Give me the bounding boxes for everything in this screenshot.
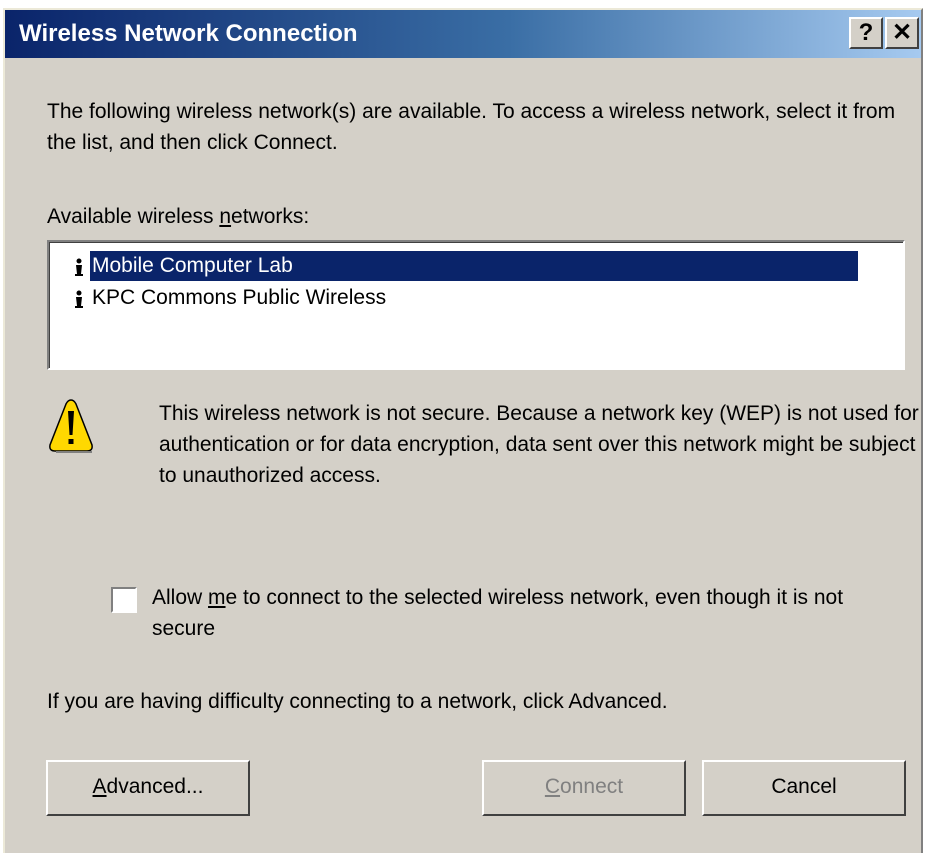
- networks-listbox[interactable]: Mobile Computer Lab KPC Commons Public W…: [47, 240, 905, 370]
- title-bar[interactable]: Wireless Network Connection ? ✕: [5, 10, 921, 58]
- allow-label-after: e to connect to the selected wireless ne…: [152, 586, 844, 640]
- available-networks-label: Available wireless networks:: [47, 205, 309, 229]
- wireless-antenna-icon: [68, 251, 90, 281]
- advanced-label: dvanced...: [106, 775, 204, 798]
- wireless-antenna-icon: [68, 283, 90, 313]
- close-icon: ✕: [891, 19, 913, 46]
- connect-mnemonic: C: [544, 775, 561, 798]
- network-item-kpc-commons[interactable]: KPC Commons Public Wireless: [68, 283, 390, 313]
- available-label-before: Available wireless: [47, 205, 220, 228]
- advanced-mnemonic: A: [92, 775, 107, 798]
- allow-insecure-label[interactable]: Allow me to connect to the selected wire…: [152, 582, 872, 644]
- allow-label-before: Allow: [152, 586, 209, 609]
- connect-label: onnect: [560, 775, 624, 798]
- help-button[interactable]: ?: [849, 17, 883, 49]
- intro-text: The following wireless network(s) are av…: [47, 100, 896, 154]
- network-name: Mobile Computer Lab: [90, 251, 858, 281]
- close-button[interactable]: ✕: [885, 17, 919, 49]
- window-title: Wireless Network Connection: [19, 20, 358, 47]
- wireless-network-dialog: Wireless Network Connection ? ✕ The foll…: [3, 8, 923, 853]
- available-label-after: etworks:: [231, 205, 310, 228]
- warning-icon: [48, 397, 94, 455]
- network-name: KPC Commons Public Wireless: [92, 286, 387, 309]
- cancel-button[interactable]: Cancel: [702, 760, 906, 816]
- connect-button[interactable]: Connect: [482, 760, 686, 816]
- allow-label-mnemonic: m: [208, 586, 226, 609]
- allow-insecure-checkbox[interactable]: [111, 587, 137, 613]
- security-warning-text: This wireless network is not secure. Bec…: [159, 402, 919, 487]
- available-label-mnemonic: n: [219, 205, 232, 228]
- networks-listbox-frame: Mobile Computer Lab KPC Commons Public W…: [49, 242, 903, 368]
- difficulty-text: If you are having difficulty connecting …: [47, 690, 668, 713]
- network-item-mobile-computer-lab[interactable]: Mobile Computer Lab: [68, 251, 858, 281]
- advanced-button[interactable]: Advanced...: [46, 760, 250, 816]
- help-icon: ?: [858, 19, 874, 46]
